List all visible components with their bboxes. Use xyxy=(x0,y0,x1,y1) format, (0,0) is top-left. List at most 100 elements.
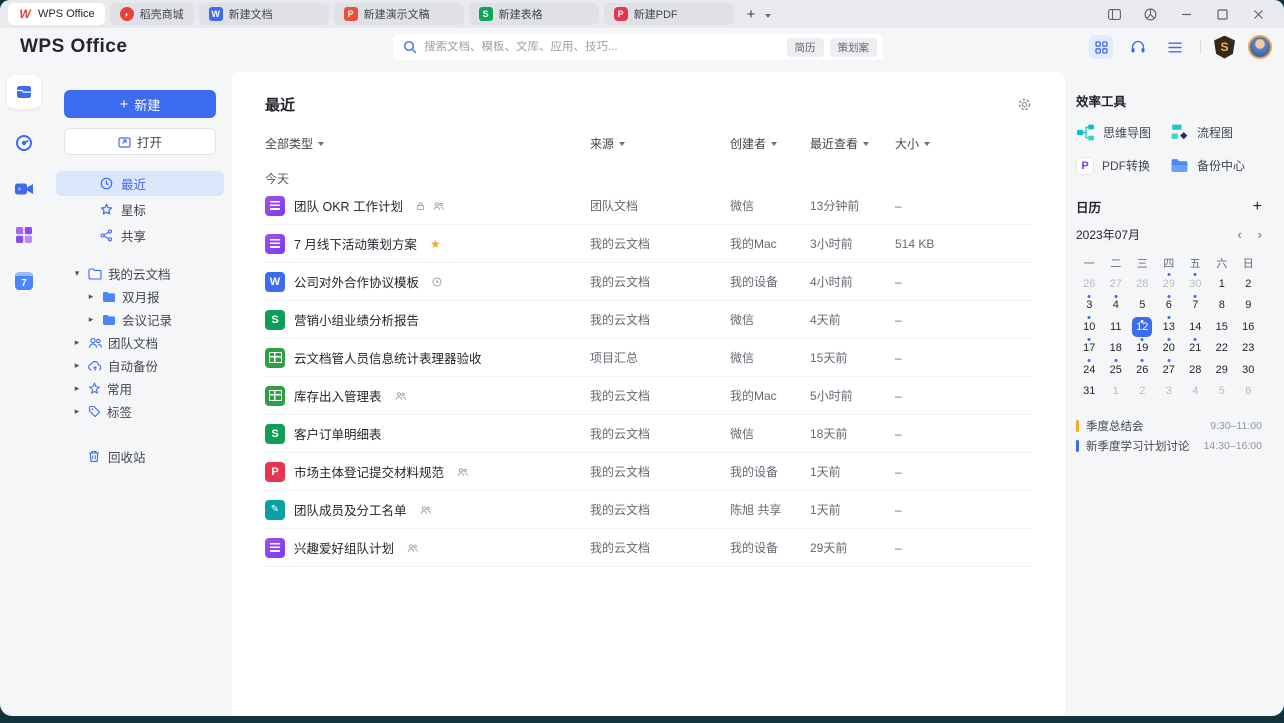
chevron-right-icon[interactable]: ▸ xyxy=(72,337,82,348)
calendar-day[interactable]: 16 xyxy=(1235,316,1262,338)
calendar-day[interactable]: 15 xyxy=(1209,316,1236,338)
calendar-day[interactable]: 3 xyxy=(1076,295,1103,317)
calendar-day[interactable]: 14 xyxy=(1182,316,1209,338)
sidebar-item-meeting-notes[interactable]: ▸ 会议记录 xyxy=(48,308,232,331)
maximize-button[interactable] xyxy=(1214,6,1230,22)
calendar-day[interactable]: 2 xyxy=(1129,381,1156,403)
calendar-day[interactable]: 13 xyxy=(1156,316,1183,338)
calendar-day[interactable]: 2 xyxy=(1235,273,1262,295)
calendar-day[interactable]: 23 xyxy=(1235,338,1262,360)
toggle-sidebar-icon[interactable] xyxy=(1106,6,1122,22)
sidebar-item-auto-backup[interactable]: ▸ 自动备份 xyxy=(48,354,232,377)
calendar-day[interactable]: 30 xyxy=(1182,273,1209,295)
rail-item-documents[interactable] xyxy=(7,75,41,109)
calendar-day[interactable]: 5 xyxy=(1209,381,1236,403)
table-row[interactable]: 公司对外合作协议模板 我的云文档 我的设备 4小时前 – xyxy=(265,263,1032,301)
calendar-day[interactable]: 1 xyxy=(1103,381,1130,403)
calendar-day[interactable]: 29 xyxy=(1156,273,1183,295)
chevron-down-icon[interactable]: ▾ xyxy=(72,268,82,279)
rail-item-calendar[interactable]: 7 xyxy=(12,269,36,293)
calendar-day[interactable]: 11 xyxy=(1103,316,1130,338)
calendar-day[interactable]: 4 xyxy=(1182,381,1209,403)
calendar-day[interactable]: 7 xyxy=(1182,295,1209,317)
calendar-day[interactable]: 31 xyxy=(1076,381,1103,403)
next-month-chevron-icon[interactable]: › xyxy=(1258,227,1262,242)
calendar-day[interactable]: 12 xyxy=(1129,316,1156,338)
tab-list-chevron-down-icon[interactable] xyxy=(765,5,772,23)
calendar-day[interactable]: 18 xyxy=(1103,338,1130,360)
chevron-right-icon[interactable]: ▸ xyxy=(86,314,96,325)
table-row[interactable]: 团队 OKR 工作计划 团队文档 微信 13分钟前 – xyxy=(265,187,1032,225)
table-row[interactable]: 7 月线下活动策划方案 ★ 我的云文档 我的Mac 3小时前 514 KB xyxy=(265,225,1032,263)
tool-mind-map[interactable]: 思维导图 xyxy=(1076,123,1170,142)
sidebar-item-team-docs[interactable]: ▸ 团队文档 xyxy=(48,331,232,354)
filter-source[interactable]: 来源 xyxy=(590,135,730,152)
apps-grid-icon[interactable] xyxy=(1089,35,1113,59)
calendar-day[interactable]: 24 xyxy=(1076,359,1103,381)
filter-all-types[interactable]: 全部类型 xyxy=(265,135,590,152)
tool-flowchart[interactable]: 流程图 xyxy=(1170,123,1262,142)
calendar-day[interactable]: 26 xyxy=(1129,359,1156,381)
search-input[interactable] xyxy=(424,41,781,53)
rail-item-meeting[interactable] xyxy=(12,177,36,201)
sidebar-item-frequent[interactable]: ▸ 常用 xyxy=(48,377,232,400)
filter-creator[interactable]: 创建者 xyxy=(730,135,810,152)
sidebar-item-starred[interactable]: 星标 xyxy=(56,197,224,222)
calendar-day[interactable]: 1 xyxy=(1209,273,1236,295)
open-button[interactable]: 打开 xyxy=(64,128,216,155)
filter-last-viewed[interactable]: 最近查看 xyxy=(810,135,895,152)
tab-docer-mall[interactable]: 稻壳商城 xyxy=(109,3,194,25)
calendar-day[interactable]: 22 xyxy=(1209,338,1236,360)
search-tag-resume[interactable]: 简历 xyxy=(786,37,824,57)
rail-item-apps[interactable] xyxy=(12,223,36,247)
calendar-day[interactable]: 8 xyxy=(1209,295,1236,317)
chevron-right-icon[interactable]: ▸ xyxy=(86,291,96,302)
table-row[interactable]: 客户订单明细表 我的云文档 微信 18天前 – xyxy=(265,415,1032,453)
calendar-day[interactable]: 10 xyxy=(1076,316,1103,338)
table-row[interactable]: 营销小组业绩分析报告 我的云文档 微信 4天前 – xyxy=(265,301,1032,339)
calendar-day[interactable]: 20 xyxy=(1156,338,1183,360)
sidebar-item-bimonthly-report[interactable]: ▸ 双月报 xyxy=(48,285,232,308)
calendar-day[interactable]: 4 xyxy=(1103,295,1130,317)
membership-badge-icon[interactable]: S xyxy=(1214,35,1235,59)
calendar-day[interactable]: 27 xyxy=(1156,359,1183,381)
sidebar-item-tags[interactable]: ▸ 标签 xyxy=(48,400,232,423)
tab-new-spreadsheet[interactable]: 新建表格 xyxy=(468,3,599,25)
sidebar-item-my-cloud-docs[interactable]: ▾ 我的云文档 xyxy=(48,262,232,285)
table-row[interactable]: 团队成员及分工名单 我的云文档 陈旭 共享 1天前 – xyxy=(265,491,1032,529)
search-bar[interactable]: 简历 策划案 xyxy=(393,34,883,60)
event-study-plan[interactable]: 新季度学习计划讨论 14:30–16:00 xyxy=(1076,436,1262,456)
prev-month-chevron-icon[interactable]: ‹ xyxy=(1237,227,1241,242)
avatar[interactable] xyxy=(1248,35,1272,59)
tool-backup-center[interactable]: 备份中心 xyxy=(1170,156,1262,175)
new-button[interactable]: + 新建 xyxy=(64,90,216,118)
calendar-day[interactable]: 6 xyxy=(1156,295,1183,317)
calendar-day[interactable]: 21 xyxy=(1182,338,1209,360)
theme-icon[interactable] xyxy=(1142,6,1158,22)
calendar-day[interactable]: 29 xyxy=(1209,359,1236,381)
calendar-day[interactable]: 27 xyxy=(1103,273,1130,295)
tool-pdf-convert[interactable]: P PDF转换 xyxy=(1076,156,1170,175)
close-button[interactable] xyxy=(1250,6,1266,22)
tab-wps-office[interactable]: WPS Office xyxy=(8,3,105,25)
menu-hamburger-icon[interactable] xyxy=(1163,35,1187,59)
chevron-right-icon[interactable]: ▸ xyxy=(72,406,82,417)
calendar-day[interactable]: 28 xyxy=(1182,359,1209,381)
add-event-button[interactable]: + xyxy=(1253,198,1262,215)
calendar-day[interactable]: 9 xyxy=(1235,295,1262,317)
rail-item-clock[interactable] xyxy=(12,131,36,155)
tab-new-document[interactable]: 新建文档 xyxy=(198,3,329,25)
sidebar-item-recent[interactable]: 最近 xyxy=(56,171,224,196)
calendar-day[interactable]: 5 xyxy=(1129,295,1156,317)
calendar-day[interactable]: 26 xyxy=(1076,273,1103,295)
minimize-button[interactable] xyxy=(1178,6,1194,22)
sidebar-item-trash[interactable]: 回收站 xyxy=(48,445,232,468)
calendar-day[interactable]: 17 xyxy=(1076,338,1103,360)
calendar-day[interactable]: 3 xyxy=(1156,381,1183,403)
calendar-day[interactable]: 28 xyxy=(1129,273,1156,295)
search-tag-proposal[interactable]: 策划案 xyxy=(829,37,877,57)
settings-gear-icon[interactable] xyxy=(1017,97,1032,112)
sidebar-item-shared[interactable]: 共享 xyxy=(56,223,224,248)
table-row[interactable]: 库存出入管理表 我的云文档 我的Mac 5小时前 – xyxy=(265,377,1032,415)
table-row[interactable]: 市场主体登记提交材料规范 我的云文档 我的设备 1天前 – xyxy=(265,453,1032,491)
